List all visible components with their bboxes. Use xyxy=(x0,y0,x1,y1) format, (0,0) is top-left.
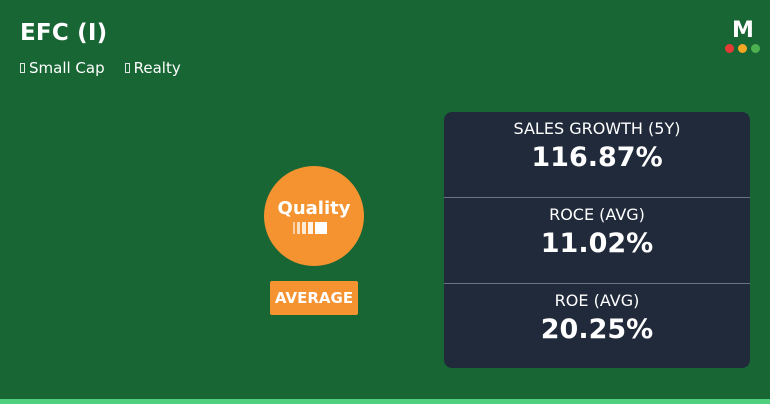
metric-sales-growth: SALES GROWTH (5Y) 116.87% xyxy=(444,112,750,173)
box-icon xyxy=(124,63,130,73)
metric-value: 20.25% xyxy=(540,314,654,345)
quality-circle: Quality xyxy=(264,166,364,266)
tag-small-cap[interactable]: Small Cap xyxy=(20,59,105,77)
quality-label: Quality xyxy=(277,198,351,219)
metric-value: 11.02% xyxy=(540,228,654,259)
metric-roe: ROE (AVG) 20.25% xyxy=(444,284,750,345)
quality-bar xyxy=(315,222,327,234)
quality-bar xyxy=(302,222,306,234)
logo-dot-red xyxy=(725,44,734,53)
logo-letter: M xyxy=(732,18,754,43)
bottom-accent-bar xyxy=(0,399,770,404)
tag-label: Realty xyxy=(133,59,181,77)
quality-rating-badge: AVERAGE xyxy=(270,281,358,315)
metric-label: ROE (AVG) xyxy=(554,291,640,310)
metric-roce: ROCE (AVG) 11.02% xyxy=(444,198,750,259)
tag-label: Small Cap xyxy=(29,59,105,77)
quality-bar xyxy=(293,222,295,234)
box-icon xyxy=(20,63,25,73)
company-title: EFC (I) xyxy=(20,20,108,46)
logo-dot-orange xyxy=(738,44,747,53)
quality-meter-icon xyxy=(293,222,327,234)
tag-realty[interactable]: Realty xyxy=(124,59,181,77)
metrics-panel: SALES GROWTH (5Y) 116.87% ROCE (AVG) 11.… xyxy=(444,112,750,368)
metric-value: 116.87% xyxy=(531,142,663,173)
brand-logo[interactable]: M xyxy=(724,20,762,54)
metric-label: SALES GROWTH (5Y) xyxy=(513,119,681,138)
quality-bar xyxy=(297,222,300,234)
metric-label: ROCE (AVG) xyxy=(549,205,645,224)
quality-bar xyxy=(308,222,313,234)
tag-list: Small Cap Realty xyxy=(20,59,181,77)
logo-dot-green xyxy=(751,44,760,53)
